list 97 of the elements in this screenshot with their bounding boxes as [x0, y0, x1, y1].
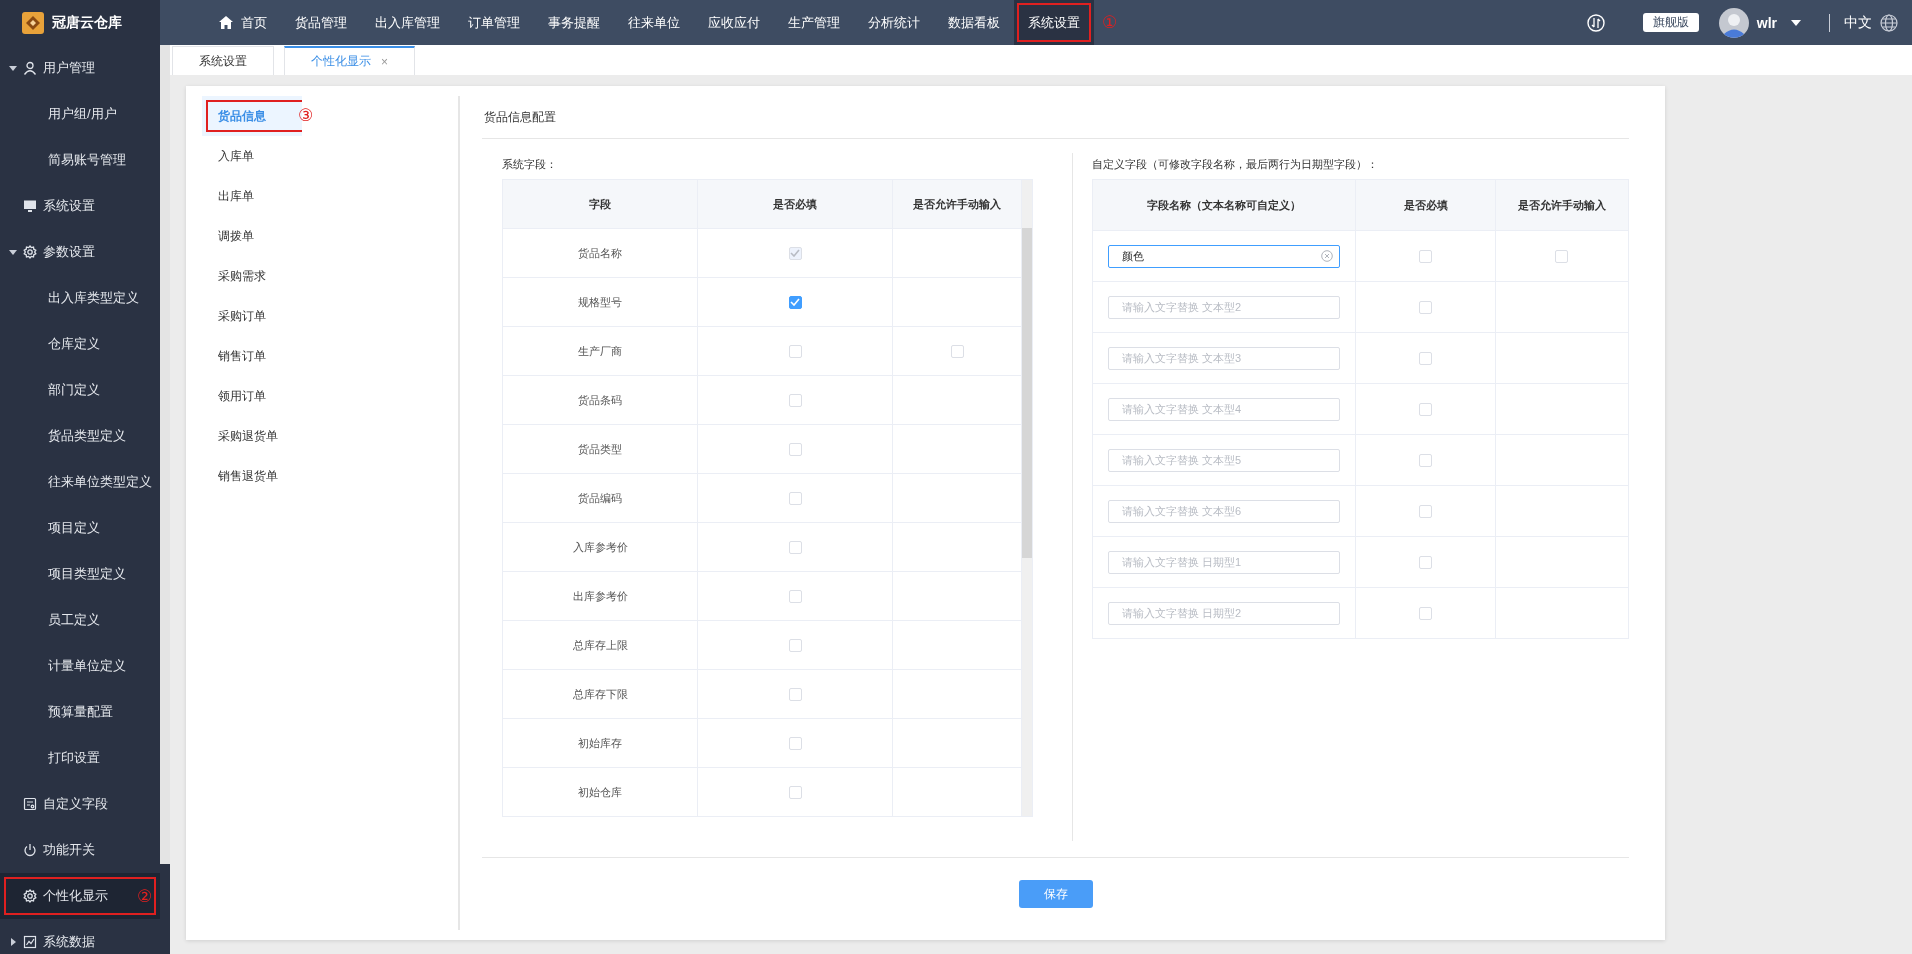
table-label: 系统字段：	[502, 156, 558, 172]
column-header: 是否必填	[698, 180, 893, 228]
sidebar-item[interactable]: 个性化显示 ②	[0, 873, 160, 919]
nav-item[interactable]: 数据看板	[934, 0, 1014, 45]
sidebar-item[interactable]: 预算量配置	[0, 689, 160, 735]
input-field[interactable]: 请输入文字替换 文本型5	[1108, 448, 1340, 472]
table-cell: 规格型号	[503, 278, 698, 326]
nav-item[interactable]: 货品管理	[281, 0, 361, 45]
table-cell: 入库参考价	[503, 523, 698, 571]
gear-icon	[23, 889, 37, 903]
menu-item[interactable]: 采购需求	[202, 256, 452, 296]
nav-item[interactable]: 订单管理	[454, 0, 534, 45]
tab[interactable]: 系统设置	[172, 46, 274, 75]
input-field[interactable]: 请输入文字替换 日期型1	[1108, 550, 1340, 574]
nav-item[interactable]: 生产管理	[774, 0, 854, 45]
sidebar-item[interactable]: 员工定义	[0, 597, 160, 643]
table-cell: 初始库存	[503, 719, 698, 767]
nav-item[interactable]: 应收应付	[694, 0, 774, 45]
nav-item[interactable]: 首页	[205, 0, 281, 45]
input-field[interactable]: 请输入文字替换 文本型4	[1108, 397, 1340, 421]
sidebar-item[interactable]: 用户组/用户	[0, 91, 160, 137]
column-header: 是否允许手动输入	[912, 196, 1002, 212]
user-name[interactable]: wlr	[1756, 14, 1777, 31]
table-cell: 货品名称	[503, 229, 698, 277]
tab[interactable]: 个性化显示 ×	[284, 46, 415, 75]
sidebar-item[interactable]: 功能开关	[0, 827, 160, 873]
menu-item[interactable]: 采购退货单	[202, 416, 452, 456]
caret-icon	[9, 938, 17, 946]
menu-item[interactable]: 销售订单	[202, 336, 452, 376]
caret-icon	[9, 64, 17, 72]
table-label: 自定义字段（可修改字段名称，最后两行为日期型字段）：	[1092, 156, 1379, 172]
connection-icon[interactable]	[1586, 13, 1605, 32]
sidebar-item[interactable]: 自定义字段	[0, 781, 160, 827]
input-field[interactable]: 颜色	[1108, 244, 1340, 268]
menu-item[interactable]: 领用订单	[202, 376, 452, 416]
sidebar-item[interactable]: 部门定义	[0, 367, 160, 413]
input-field[interactable]: 请输入文字替换 日期型2	[1108, 601, 1340, 625]
nav-item[interactable]: 系统设置	[1014, 0, 1094, 45]
sidebar-item[interactable]: 仓库定义	[0, 321, 160, 367]
gear-icon	[23, 245, 37, 259]
input-field[interactable]: 请输入文字替换 文本型3	[1108, 346, 1340, 370]
sidebar-item[interactable]: 简易账号管理	[0, 137, 160, 183]
column-header: 是否允许手动输入	[1516, 197, 1607, 213]
column-header: 字段名称（文本名称可自定义）	[1093, 180, 1356, 230]
sidebar-item[interactable]: 计量单位定义	[0, 643, 160, 689]
sidebar-item[interactable]: 打印设置	[0, 735, 160, 781]
caret-icon	[9, 248, 17, 256]
sidebar-item[interactable]: 系统数据	[0, 919, 160, 954]
logo-icon	[22, 11, 44, 34]
nav-item[interactable]: 事务提醒	[534, 0, 614, 45]
table-cell: 出库参考价	[503, 572, 698, 620]
nav-item[interactable]: 分析统计	[854, 0, 934, 45]
nav-item[interactable]: 往来单位	[614, 0, 694, 45]
edition-badge: 旗舰版	[1642, 13, 1699, 32]
column-header: 字段	[503, 180, 698, 228]
table-cell: 生产厂商	[503, 327, 698, 375]
input-field[interactable]: 请输入文字替换 文本型6	[1108, 499, 1340, 523]
table-cell: 货品编码	[503, 474, 698, 522]
sidebar-item[interactable]: 参数设置	[0, 229, 160, 275]
nav-item[interactable]: 出入库管理	[361, 0, 454, 45]
scrollbar[interactable]	[1021, 180, 1032, 816]
table-cell: 初始仓库	[503, 768, 698, 816]
menu-item[interactable]: 调拨单	[202, 216, 452, 256]
menu-item[interactable]: 采购订单	[202, 296, 452, 336]
globe-icon[interactable]	[1880, 13, 1898, 32]
form-icon	[23, 797, 37, 811]
checkbox[interactable]	[788, 295, 802, 309]
column-header: 是否必填	[1356, 180, 1496, 230]
input-field[interactable]: 请输入文字替换 文本型2	[1108, 295, 1340, 319]
language-label[interactable]: 中文	[1844, 13, 1872, 32]
section-title: 货品信息配置	[482, 96, 1629, 139]
clear-icon[interactable]	[1321, 250, 1333, 262]
table-cell: 总库存上限	[503, 621, 698, 669]
table-cell: 总库存下限	[503, 670, 698, 718]
menu-item[interactable]: 销售退货单	[202, 456, 452, 496]
sidebar-item[interactable]: 货品类型定义	[0, 413, 160, 459]
table-cell: 货品条码	[503, 376, 698, 424]
menu-item[interactable]: 入库单	[202, 136, 452, 176]
caret-icon[interactable]	[1791, 19, 1801, 26]
table-cell: 货品类型	[503, 425, 698, 473]
monitor-icon	[23, 199, 37, 213]
power-icon	[23, 843, 37, 857]
home-icon	[219, 16, 233, 29]
chart-icon	[23, 935, 37, 949]
user-icon	[23, 61, 37, 75]
annotation-number: ②	[137, 885, 153, 907]
brand-name: 冠唐云仓库	[52, 13, 122, 32]
sidebar-item[interactable]: 系统设置	[0, 183, 160, 229]
annotation-number: ①	[1102, 12, 1118, 33]
menu-item[interactable]: 出库单	[202, 176, 452, 216]
sidebar-item[interactable]: 项目定义	[0, 505, 160, 551]
sidebar-item[interactable]: 项目类型定义	[0, 551, 160, 597]
sidebar-item[interactable]: 用户管理	[0, 45, 160, 91]
sidebar-item[interactable]: 出入库类型定义	[0, 275, 160, 321]
scrollbar[interactable]	[160, 45, 170, 954]
sidebar-item[interactable]: 往来单位类型定义	[0, 459, 160, 505]
avatar-icon[interactable]	[1718, 7, 1749, 38]
